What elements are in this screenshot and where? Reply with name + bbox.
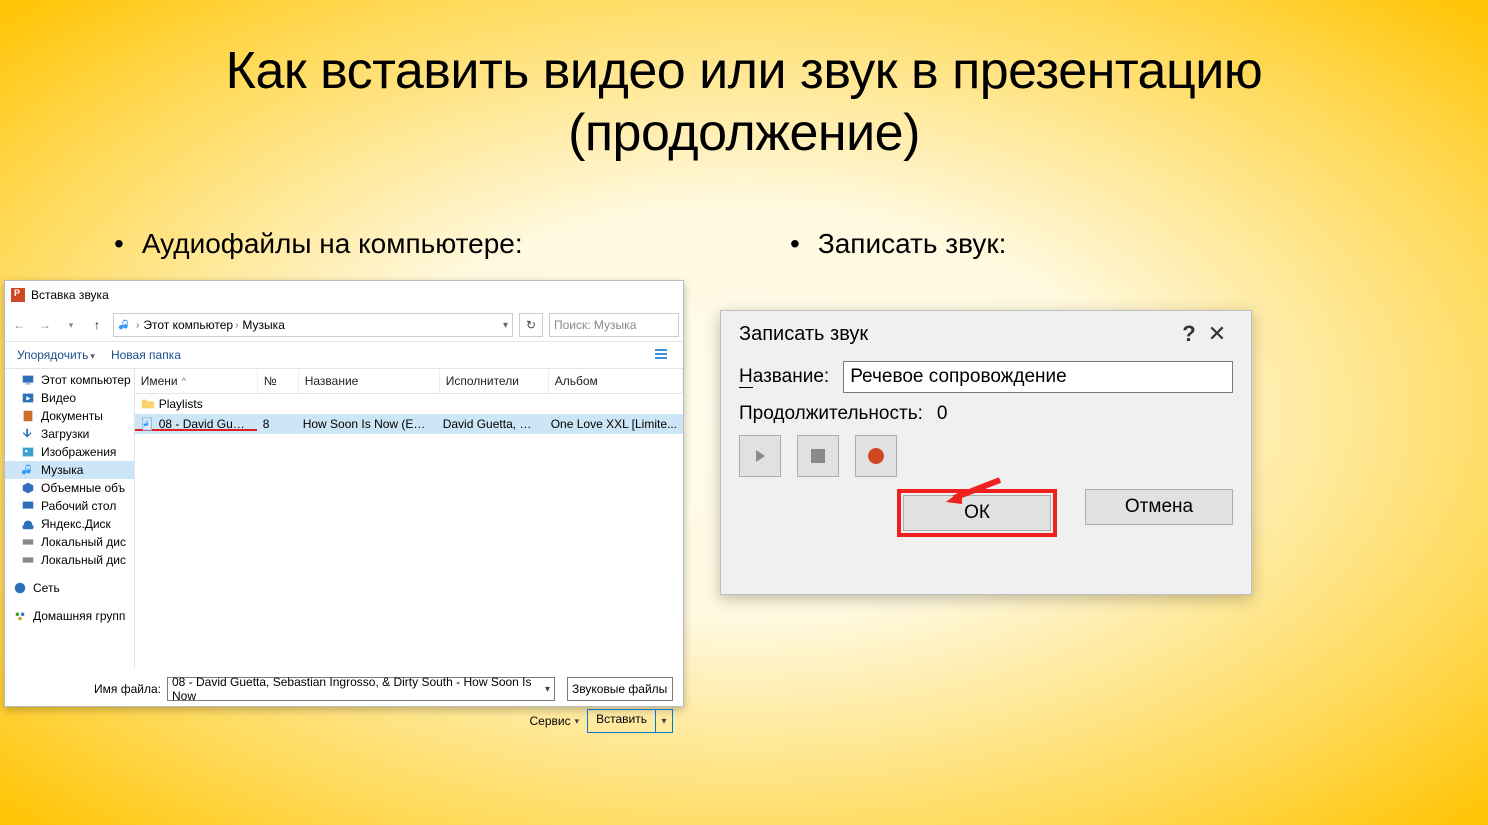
refresh-button[interactable]: ↻: [519, 313, 543, 337]
tree-network[interactable]: Сеть: [5, 579, 134, 597]
bullet-record: Записать звук:: [790, 228, 1006, 260]
duration-label: Продолжительность:: [739, 403, 923, 425]
breadcrumb[interactable]: › Этот компьютер › Музыка ▾: [113, 313, 513, 337]
service-menu[interactable]: Сервис: [530, 714, 580, 728]
powerpoint-icon: [11, 288, 25, 302]
tree-computer[interactable]: Этот компьютер: [5, 371, 134, 389]
tree-disk2[interactable]: Локальный дис: [5, 551, 134, 569]
duration-value: 0: [937, 403, 948, 425]
slide-title: Как вставить видео или звук в презентаци…: [0, 40, 1488, 165]
help-button[interactable]: ?: [1177, 321, 1201, 347]
tree-disk1[interactable]: Локальный дис: [5, 533, 134, 551]
rec-title: Записать звук: [739, 323, 1177, 346]
window-title: Вставка звука: [31, 288, 109, 302]
sort-menu[interactable]: Упорядочить▾: [17, 348, 95, 362]
titlebar: Вставка звука: [5, 281, 683, 309]
record-sound-dialog: Записать звук ? ✕ Название: Продолжитель…: [720, 310, 1252, 595]
close-button[interactable]: ✕: [1201, 321, 1233, 347]
name-label: азвание:: [753, 366, 829, 387]
annotation-arrow: [942, 474, 1002, 515]
file-open-dialog: Вставка звука ← → ▾ ↑ › Этот компьютер ›…: [4, 280, 684, 707]
tree-homegroup[interactable]: Домашняя групп: [5, 607, 134, 625]
name-input[interactable]: [843, 361, 1233, 393]
search-input[interactable]: Поиск: Музыка: [549, 313, 679, 337]
title-line2: (продолжение): [568, 104, 920, 162]
view-options-button[interactable]: [653, 346, 671, 364]
record-button[interactable]: [855, 435, 897, 477]
play-button[interactable]: [739, 435, 781, 477]
column-headers[interactable]: Имени ^ № Название Исполнители Альбом: [135, 369, 683, 394]
tree-video[interactable]: Видео: [5, 389, 134, 407]
forward-button[interactable]: →: [35, 315, 55, 335]
music-icon: [118, 318, 132, 332]
cancel-button[interactable]: Отмена: [1085, 489, 1233, 525]
filename-input[interactable]: 08 - David Guetta, Sebastian Ingrosso, &…: [167, 677, 555, 701]
back-button[interactable]: ←: [9, 315, 29, 335]
tree-desktop[interactable]: Рабочий стол: [5, 497, 134, 515]
bullet-audio-files: Аудиофайлы на компьютере:: [114, 228, 523, 260]
tree-downloads[interactable]: Загрузки: [5, 425, 134, 443]
tree-3d[interactable]: Объемные объ: [5, 479, 134, 497]
file-list: Имени ^ № Название Исполнители Альбом Pl…: [135, 369, 683, 669]
title-line1: Как вставить видео или звук в презентаци…: [226, 42, 1263, 100]
navigation-tree: Этот компьютер Видео Документы Загрузки …: [5, 369, 135, 669]
new-folder-button[interactable]: Новая папка: [111, 348, 181, 362]
file-row-selected[interactable]: 08 - David Guetta, S... 8 How Soon Is No…: [135, 414, 683, 434]
stop-button[interactable]: [797, 435, 839, 477]
insert-button[interactable]: Вставить ▾: [587, 709, 673, 733]
file-row[interactable]: Playlists: [135, 394, 683, 414]
recent-dropdown[interactable]: ▾: [61, 315, 81, 335]
tree-documents[interactable]: Документы: [5, 407, 134, 425]
up-button[interactable]: ↑: [87, 315, 107, 335]
filename-label: Имя файла:: [5, 682, 161, 696]
tree-images[interactable]: Изображения: [5, 443, 134, 461]
tree-music[interactable]: Музыка: [5, 461, 134, 479]
tree-yandex[interactable]: Яндекс.Диск: [5, 515, 134, 533]
filetype-dropdown[interactable]: Звуковые файлы: [567, 677, 673, 701]
